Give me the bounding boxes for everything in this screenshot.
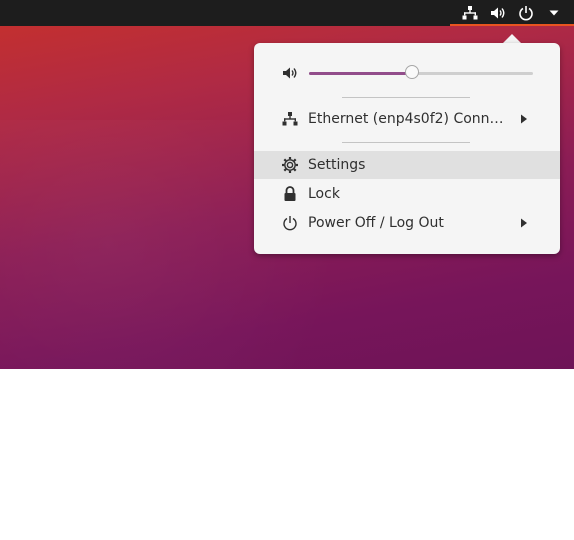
network-wired-icon xyxy=(461,4,479,22)
volume-slider-fill xyxy=(309,72,413,75)
settings-menu-item[interactable]: Settings xyxy=(254,151,560,179)
submenu-arrow-icon xyxy=(521,218,527,228)
tray-active-indicator xyxy=(450,24,574,26)
lock-icon xyxy=(281,185,299,203)
settings-label: Settings xyxy=(308,157,366,173)
system-menu: Ethernet (enp4s0f2) Connected xyxy=(254,43,560,254)
lock-label: Lock xyxy=(308,186,340,202)
separator xyxy=(342,142,470,143)
power-icon xyxy=(281,214,299,232)
power-menu-item[interactable]: Power Off / Log Out xyxy=(254,209,560,237)
power-icon xyxy=(517,4,535,22)
volume-slider[interactable] xyxy=(309,65,533,79)
network-wired-icon xyxy=(281,110,299,128)
top-bar xyxy=(0,0,574,26)
volume-slider-handle[interactable] xyxy=(405,65,420,79)
power-label: Power Off / Log Out xyxy=(308,215,444,231)
volume-icon xyxy=(489,4,507,22)
ethernet-label: Ethernet (enp4s0f2) Connected xyxy=(308,111,504,127)
submenu-arrow-icon xyxy=(521,114,527,124)
gear-icon xyxy=(281,156,299,174)
lock-menu-item[interactable]: Lock xyxy=(254,180,560,208)
dropdown-arrow-icon xyxy=(545,4,563,22)
separator xyxy=(342,97,470,98)
system-tray[interactable] xyxy=(450,0,574,26)
ethernet-menu-item[interactable]: Ethernet (enp4s0f2) Connected xyxy=(254,105,560,133)
volume-icon xyxy=(281,64,299,82)
